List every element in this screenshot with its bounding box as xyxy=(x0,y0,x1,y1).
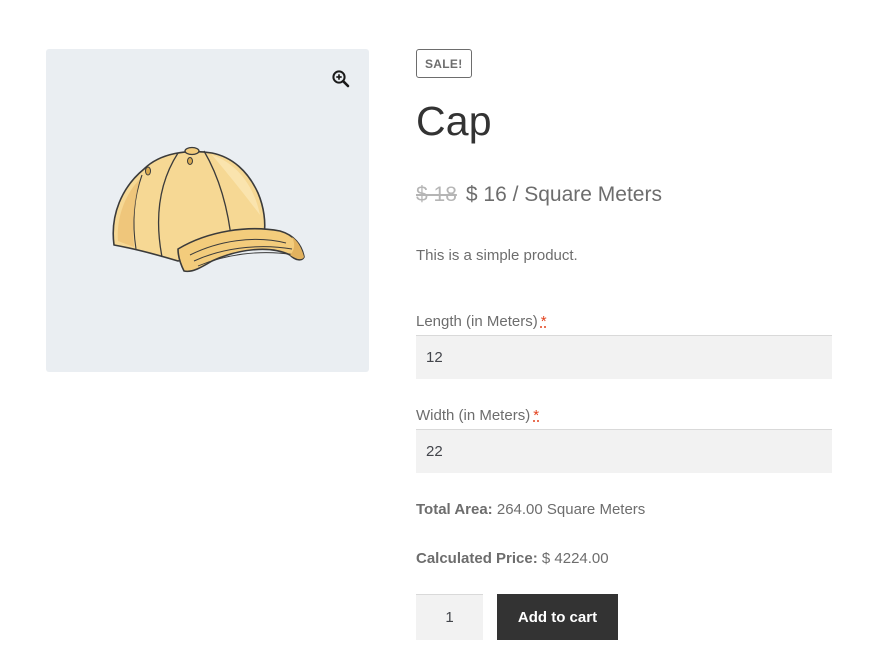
calculated-price-value: $ 4224.00 xyxy=(541,550,609,567)
width-label-text: Width (in Meters) xyxy=(416,407,531,424)
quantity-input[interactable] xyxy=(416,594,483,640)
product-summary: SALE! Cap $ 18 $ 16 / Square Meters This … xyxy=(416,49,832,640)
total-area-value: 264.00 Square Meters xyxy=(496,501,646,518)
product-title: Cap xyxy=(416,98,492,144)
product-gallery xyxy=(46,49,369,372)
total-area: Total Area: 264.00 Square Meters xyxy=(416,499,645,521)
width-input[interactable] xyxy=(416,429,832,473)
original-price: $ 18 xyxy=(416,183,457,206)
calculated-price: Calculated Price: $ 4224.00 xyxy=(416,548,609,570)
price: $ 18 $ 16 / Square Meters xyxy=(416,180,662,210)
length-input[interactable] xyxy=(416,335,832,379)
total-area-label: Total Area: xyxy=(416,501,493,518)
required-marker: * xyxy=(533,407,540,424)
calculated-price-label: Calculated Price: xyxy=(416,550,538,567)
width-label: Width (in Meters) * xyxy=(416,405,539,427)
sale-badge: SALE! xyxy=(416,49,472,78)
length-label: Length (in Meters) * xyxy=(416,311,547,333)
product-description: This is a simple product. xyxy=(416,247,578,264)
required-marker: * xyxy=(540,313,547,330)
length-label-text: Length (in Meters) xyxy=(416,313,538,330)
add-to-cart-button[interactable]: Add to cart xyxy=(497,594,618,640)
zoom-icon[interactable] xyxy=(331,69,351,89)
cap-image[interactable] xyxy=(108,145,308,277)
sale-price: $ 16 / Square Meters xyxy=(465,183,662,206)
